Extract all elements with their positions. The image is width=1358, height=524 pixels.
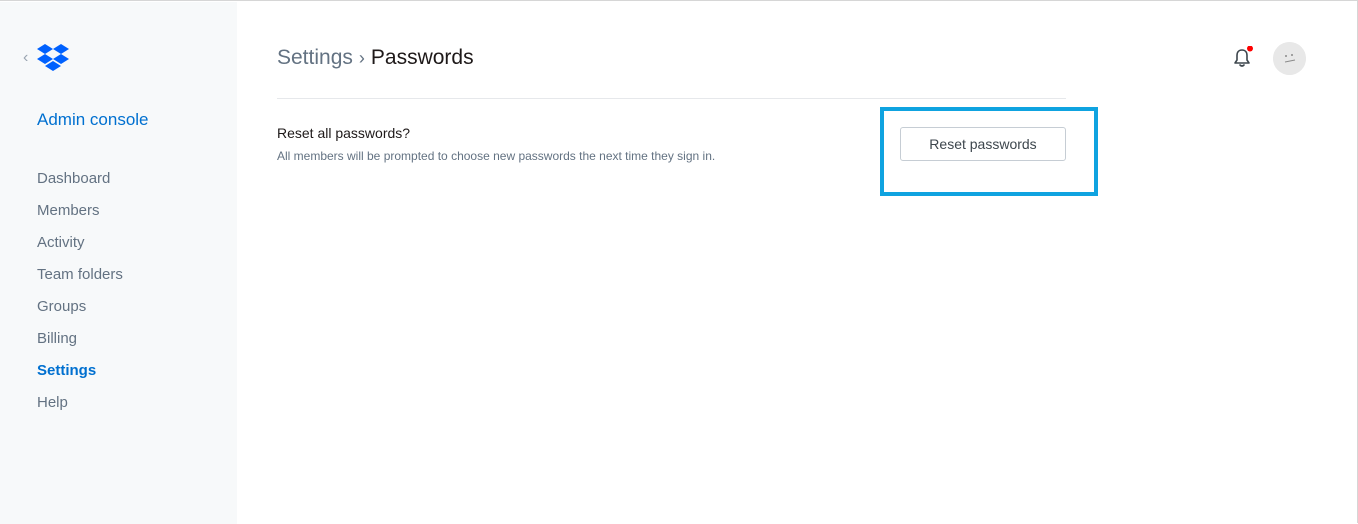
page-title: Passwords bbox=[370, 46, 474, 69]
sidebar-item-members[interactable]: Members bbox=[37, 200, 123, 232]
sidebar-item-billing[interactable]: Billing bbox=[37, 328, 123, 360]
notification-badge bbox=[1247, 46, 1253, 52]
bell-icon[interactable] bbox=[1230, 46, 1254, 70]
sidebar-item-team-folders[interactable]: Team folders bbox=[37, 264, 123, 296]
sidebar-item-groups[interactable]: Groups bbox=[37, 296, 123, 328]
sidebar-nav: Dashboard Members Activity Team folders … bbox=[37, 168, 123, 424]
sidebar-item-help[interactable]: Help bbox=[37, 392, 123, 424]
avatar-icon[interactable] bbox=[1273, 42, 1306, 75]
dropbox-logo-icon[interactable] bbox=[37, 44, 69, 74]
breadcrumb-parent-link[interactable]: Settings bbox=[277, 46, 353, 69]
reset-passwords-button[interactable]: Reset passwords bbox=[900, 127, 1066, 161]
app-window: ‹ Admin console Dashboard Members Activi… bbox=[0, 0, 1358, 524]
sidebar: ‹ Admin console Dashboard Members Activi… bbox=[0, 2, 237, 524]
sidebar-item-dashboard[interactable]: Dashboard bbox=[37, 168, 123, 200]
breadcrumb-separator: › bbox=[358, 48, 365, 68]
setting-title: Reset all passwords? bbox=[277, 125, 411, 141]
setting-description: All members will be prompted to choose n… bbox=[277, 149, 716, 163]
sidebar-item-activity[interactable]: Activity bbox=[37, 232, 123, 264]
sidebar-item-settings[interactable]: Settings bbox=[37, 360, 123, 392]
chevron-left-icon[interactable]: ‹ bbox=[23, 50, 28, 66]
breadcrumb: Settings › Passwords bbox=[277, 46, 474, 70]
header-divider bbox=[277, 98, 1066, 99]
admin-console-title[interactable]: Admin console bbox=[37, 110, 149, 130]
